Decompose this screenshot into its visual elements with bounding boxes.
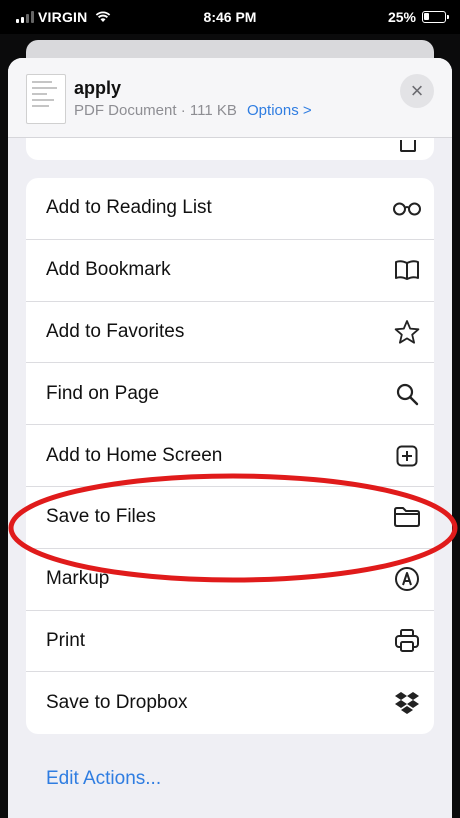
- action-markup[interactable]: Markup: [26, 549, 434, 611]
- glasses-icon: [392, 193, 422, 223]
- folder-icon: [392, 502, 422, 532]
- markup-icon: [392, 564, 422, 594]
- edit-actions-link[interactable]: Edit Actions...: [46, 768, 161, 790]
- book-icon: [392, 255, 422, 285]
- action-label: Save to Files: [46, 506, 156, 528]
- dropbox-icon: [392, 688, 422, 718]
- action-label: Save to Dropbox: [46, 692, 188, 714]
- status-bar: VIRGIN 8:46 PM 25%: [0, 0, 460, 34]
- close-icon: ×: [410, 78, 424, 103]
- status-right: 25%: [387, 9, 449, 25]
- add-square-icon: [392, 441, 422, 471]
- battery-icon: [422, 11, 449, 23]
- printer-icon: [392, 626, 422, 656]
- document-thumbnail: [26, 74, 66, 124]
- action-add-to-favorites[interactable]: Add to Favorites: [26, 302, 434, 364]
- search-icon: [392, 379, 422, 409]
- options-link[interactable]: Options >: [247, 102, 312, 119]
- action-label: Find on Page: [46, 382, 160, 404]
- action-find-on-page[interactable]: Find on Page: [26, 363, 434, 426]
- partial-action-row[interactable]: [26, 138, 434, 160]
- battery-percent: 25%: [387, 9, 416, 25]
- action-label: Add Bookmark: [46, 259, 171, 281]
- action-add-to-reading-list[interactable]: Add to Reading List: [26, 178, 434, 240]
- copy-icon: [400, 140, 416, 152]
- action-print[interactable]: Print: [26, 611, 434, 673]
- action-label: Add to Reading List: [46, 197, 212, 219]
- action-add-to-home-screen[interactable]: Add to Home Screen: [26, 425, 434, 487]
- action-list: Add to Reading List Add Bookmark Add to …: [26, 178, 434, 735]
- star-icon: [392, 317, 422, 347]
- action-label: Add to Home Screen: [46, 444, 223, 466]
- sheet-header: apply PDF Document · 111 KB Options > ×: [8, 58, 452, 138]
- action-label: Markup: [46, 568, 110, 590]
- close-button[interactable]: ×: [400, 74, 434, 108]
- action-save-to-files[interactable]: Save to Files: [26, 487, 434, 549]
- action-label: Print: [46, 629, 86, 651]
- file-details: PDF Document · 111 KB: [74, 102, 237, 119]
- action-save-to-dropbox[interactable]: Save to Dropbox: [26, 672, 434, 734]
- action-add-bookmark[interactable]: Add Bookmark: [26, 240, 434, 302]
- action-label: Add to Favorites: [46, 320, 185, 342]
- file-name: apply: [74, 78, 122, 98]
- file-details-line: PDF Document · 111 KB Options >: [74, 102, 312, 119]
